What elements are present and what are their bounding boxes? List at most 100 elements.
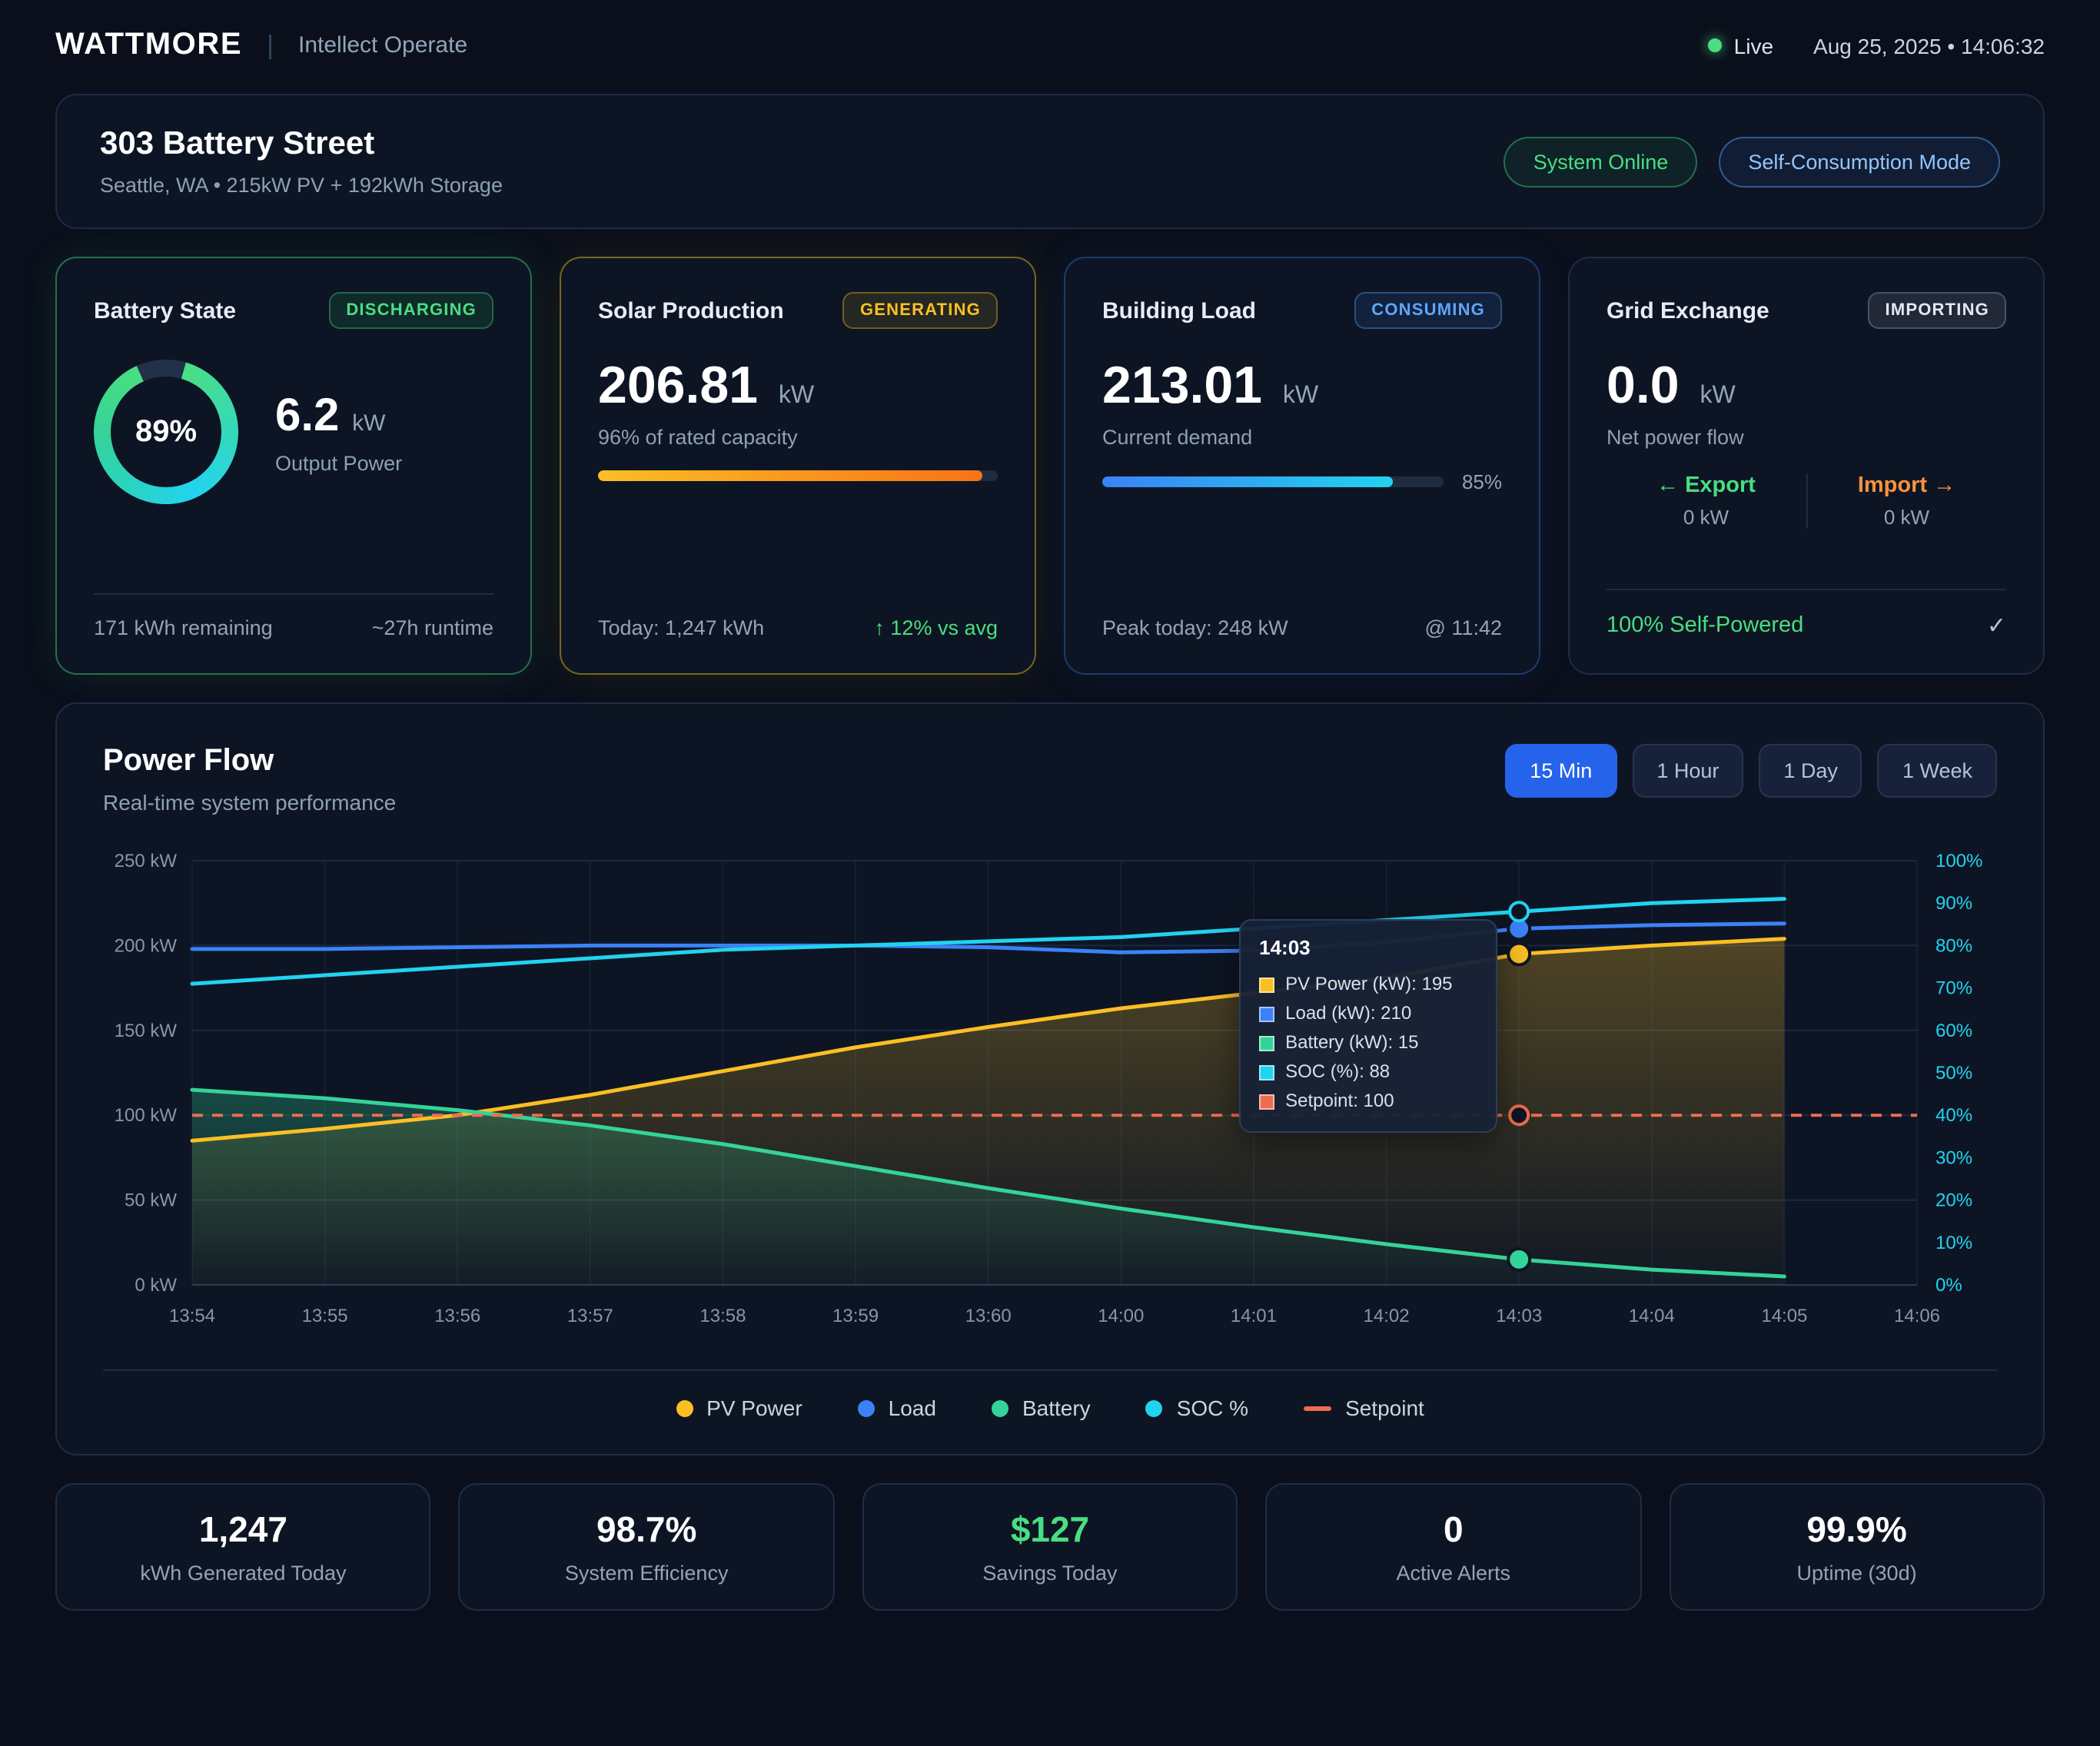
tooltip-row: SOC (%): 88 xyxy=(1259,1057,1477,1087)
power-flow-subtitle: Real-time system performance xyxy=(103,790,396,815)
dashboard-root: WATTMORE | Intellect Operate Live Aug 25… xyxy=(0,0,2100,1746)
battery-soc-donut: 89% xyxy=(94,360,238,504)
load-progress-fill xyxy=(1102,476,1392,487)
load-status-badge: CONSUMING xyxy=(1354,292,1502,329)
tooltip-time: 14:03 xyxy=(1259,936,1477,959)
battery-soc-value: 89% xyxy=(94,360,238,504)
solar-trend: ↑ 12% vs avg xyxy=(874,616,998,639)
load-value-unit: kW xyxy=(1283,383,1318,409)
battery-output-unit: kW xyxy=(352,410,385,436)
stat-label: Savings Today xyxy=(879,1562,1221,1585)
x-axis-label: 14:04 xyxy=(1629,1306,1675,1326)
grid-status-badge: IMPORTING xyxy=(1869,292,2006,329)
power-flow-chart-area[interactable]: 250 kW200 kW150 kW100 kW50 kW0 kW100%90%… xyxy=(103,839,1997,1357)
range-1hour-button[interactable]: 1 Hour xyxy=(1632,744,1743,798)
pv-power-marker xyxy=(1508,943,1530,964)
chart-tooltip: 14:03 PV Power (kW): 195Load (kW): 210Ba… xyxy=(1239,919,1497,1133)
tooltip-row-label: SOC (%): 88 xyxy=(1285,1057,1390,1087)
x-axis-label: 13:55 xyxy=(302,1306,348,1326)
x-axis-label: 14:02 xyxy=(1364,1306,1410,1326)
solar-status-badge: GENERATING xyxy=(843,292,998,329)
legend-dot-icon xyxy=(992,1399,1008,1416)
header-divider: | xyxy=(267,30,274,61)
tooltip-row: Load (kW): 210 xyxy=(1259,999,1477,1028)
solar-value-number: 206.81 xyxy=(598,357,758,415)
tooltip-row: Battery (kW): 15 xyxy=(1259,1028,1477,1057)
x-axis-label: 13:54 xyxy=(169,1306,215,1326)
y-axis-kw-label: 200 kW xyxy=(115,935,178,956)
solar-production-card: Solar Production GENERATING 206.81 kW 96… xyxy=(560,257,1036,675)
tooltip-swatch xyxy=(1259,1064,1274,1080)
x-axis-label: 13:60 xyxy=(965,1306,1012,1326)
battery-card-title: Battery State xyxy=(94,297,236,324)
range-15min-button[interactable]: 15 Min xyxy=(1505,744,1617,798)
solar-progress-track xyxy=(598,470,998,481)
legend-item-setpoint[interactable]: Setpoint xyxy=(1304,1396,1424,1420)
grid-flow-label: Net power flow xyxy=(1607,426,2006,449)
battery-output-value: 6.2 kW xyxy=(275,390,402,442)
solar-progress-fill xyxy=(598,470,982,481)
power-flow-title: Power Flow xyxy=(103,744,396,779)
tooltip-row: Setpoint: 100 xyxy=(1259,1087,1477,1116)
range-1day-button[interactable]: 1 Day xyxy=(1759,744,1862,798)
top-bar: WATTMORE | Intellect Operate Live Aug 25… xyxy=(0,0,2100,85)
grid-card-title: Grid Exchange xyxy=(1607,297,1769,324)
tooltip-swatch xyxy=(1259,1094,1274,1109)
export-label: ← Export xyxy=(1607,473,1806,498)
chart-legend: PV Power Load Battery SOC % Setpoint xyxy=(103,1369,1997,1420)
y-axis-pct-label: 70% xyxy=(1936,978,1972,999)
x-axis-label: 14:05 xyxy=(1761,1306,1807,1326)
load-peak: Peak today: 248 kW xyxy=(1102,616,1288,639)
x-axis-label: 14:03 xyxy=(1496,1306,1542,1326)
range-1week-button[interactable]: 1 Week xyxy=(1878,744,1997,798)
legend-item-pv-power[interactable]: PV Power xyxy=(676,1396,802,1420)
legend-dot-icon xyxy=(676,1399,693,1416)
legend-item-soc[interactable]: SOC % xyxy=(1146,1396,1248,1420)
legend-item-load[interactable]: Load xyxy=(858,1396,936,1420)
grid-value-unit: kW xyxy=(1700,383,1735,409)
y-axis-kw-label: 50 kW xyxy=(125,1190,177,1211)
site-card: 303 Battery Street Seattle, WA • 215kW P… xyxy=(55,94,2045,229)
legend-dash-icon xyxy=(1304,1406,1331,1410)
grid-value: 0.0 kW xyxy=(1607,357,2006,417)
y-axis-pct-label: 80% xyxy=(1936,935,1972,956)
x-axis-label: 13:57 xyxy=(567,1306,613,1326)
load-value: 213.01 kW xyxy=(1102,357,1502,417)
solar-capacity-label: 96% of rated capacity xyxy=(598,426,998,449)
tooltip-swatch xyxy=(1259,1006,1274,1021)
stat-value: 99.9% xyxy=(1686,1509,2028,1551)
load-card-title: Building Load xyxy=(1102,297,1256,324)
live-indicator: Live xyxy=(1708,33,1773,58)
stat-card-row: Battery State DISCHARGING 89% 6.2 kW Out… xyxy=(55,257,2045,675)
mode-badge[interactable]: Self-Consumption Mode xyxy=(1719,136,2000,187)
legend-item-battery[interactable]: Battery xyxy=(992,1396,1091,1420)
x-axis-label: 13:59 xyxy=(832,1306,879,1326)
solar-value: 206.81 kW xyxy=(598,357,998,417)
y-axis-kw-label: 0 kW xyxy=(135,1275,177,1296)
x-axis-label: 14:01 xyxy=(1231,1306,1277,1326)
load-peak-time: @ 11:42 xyxy=(1425,616,1503,639)
setpoint-marker xyxy=(1510,1106,1528,1124)
tooltip-row-label: PV Power (kW): 195 xyxy=(1285,970,1452,999)
legend-dot-icon xyxy=(858,1399,875,1416)
solar-card-title: Solar Production xyxy=(598,297,784,324)
legend-label: Setpoint xyxy=(1345,1396,1424,1420)
stat-kwh-generated: 1,247 kWh Generated Today xyxy=(55,1483,431,1611)
battery-marker xyxy=(1508,1249,1530,1270)
battery-output-number: 6.2 xyxy=(275,390,339,440)
summary-stats-row: 1,247 kWh Generated Today 98.7% System E… xyxy=(55,1483,2045,1611)
stat-value: 1,247 xyxy=(72,1509,414,1551)
battery-output-label: Output Power xyxy=(275,451,402,474)
battery-remaining: 171 kWh remaining xyxy=(94,616,273,639)
y-axis-kw-label: 250 kW xyxy=(115,851,178,871)
y-axis-pct-label: 30% xyxy=(1936,1147,1972,1168)
stat-label: kWh Generated Today xyxy=(72,1562,414,1585)
soc-marker xyxy=(1510,902,1528,921)
y-axis-pct-label: 40% xyxy=(1936,1105,1972,1126)
time-range-group: 15 Min 1 Hour 1 Day 1 Week xyxy=(1505,744,1997,798)
power-flow-card: Power Flow Real-time system performance … xyxy=(55,702,2045,1456)
export-value: 0 kW xyxy=(1607,506,1806,529)
tooltip-row: PV Power (kW): 195 xyxy=(1259,970,1477,999)
stat-value: 0 xyxy=(1282,1509,1624,1551)
live-label: Live xyxy=(1734,33,1773,58)
